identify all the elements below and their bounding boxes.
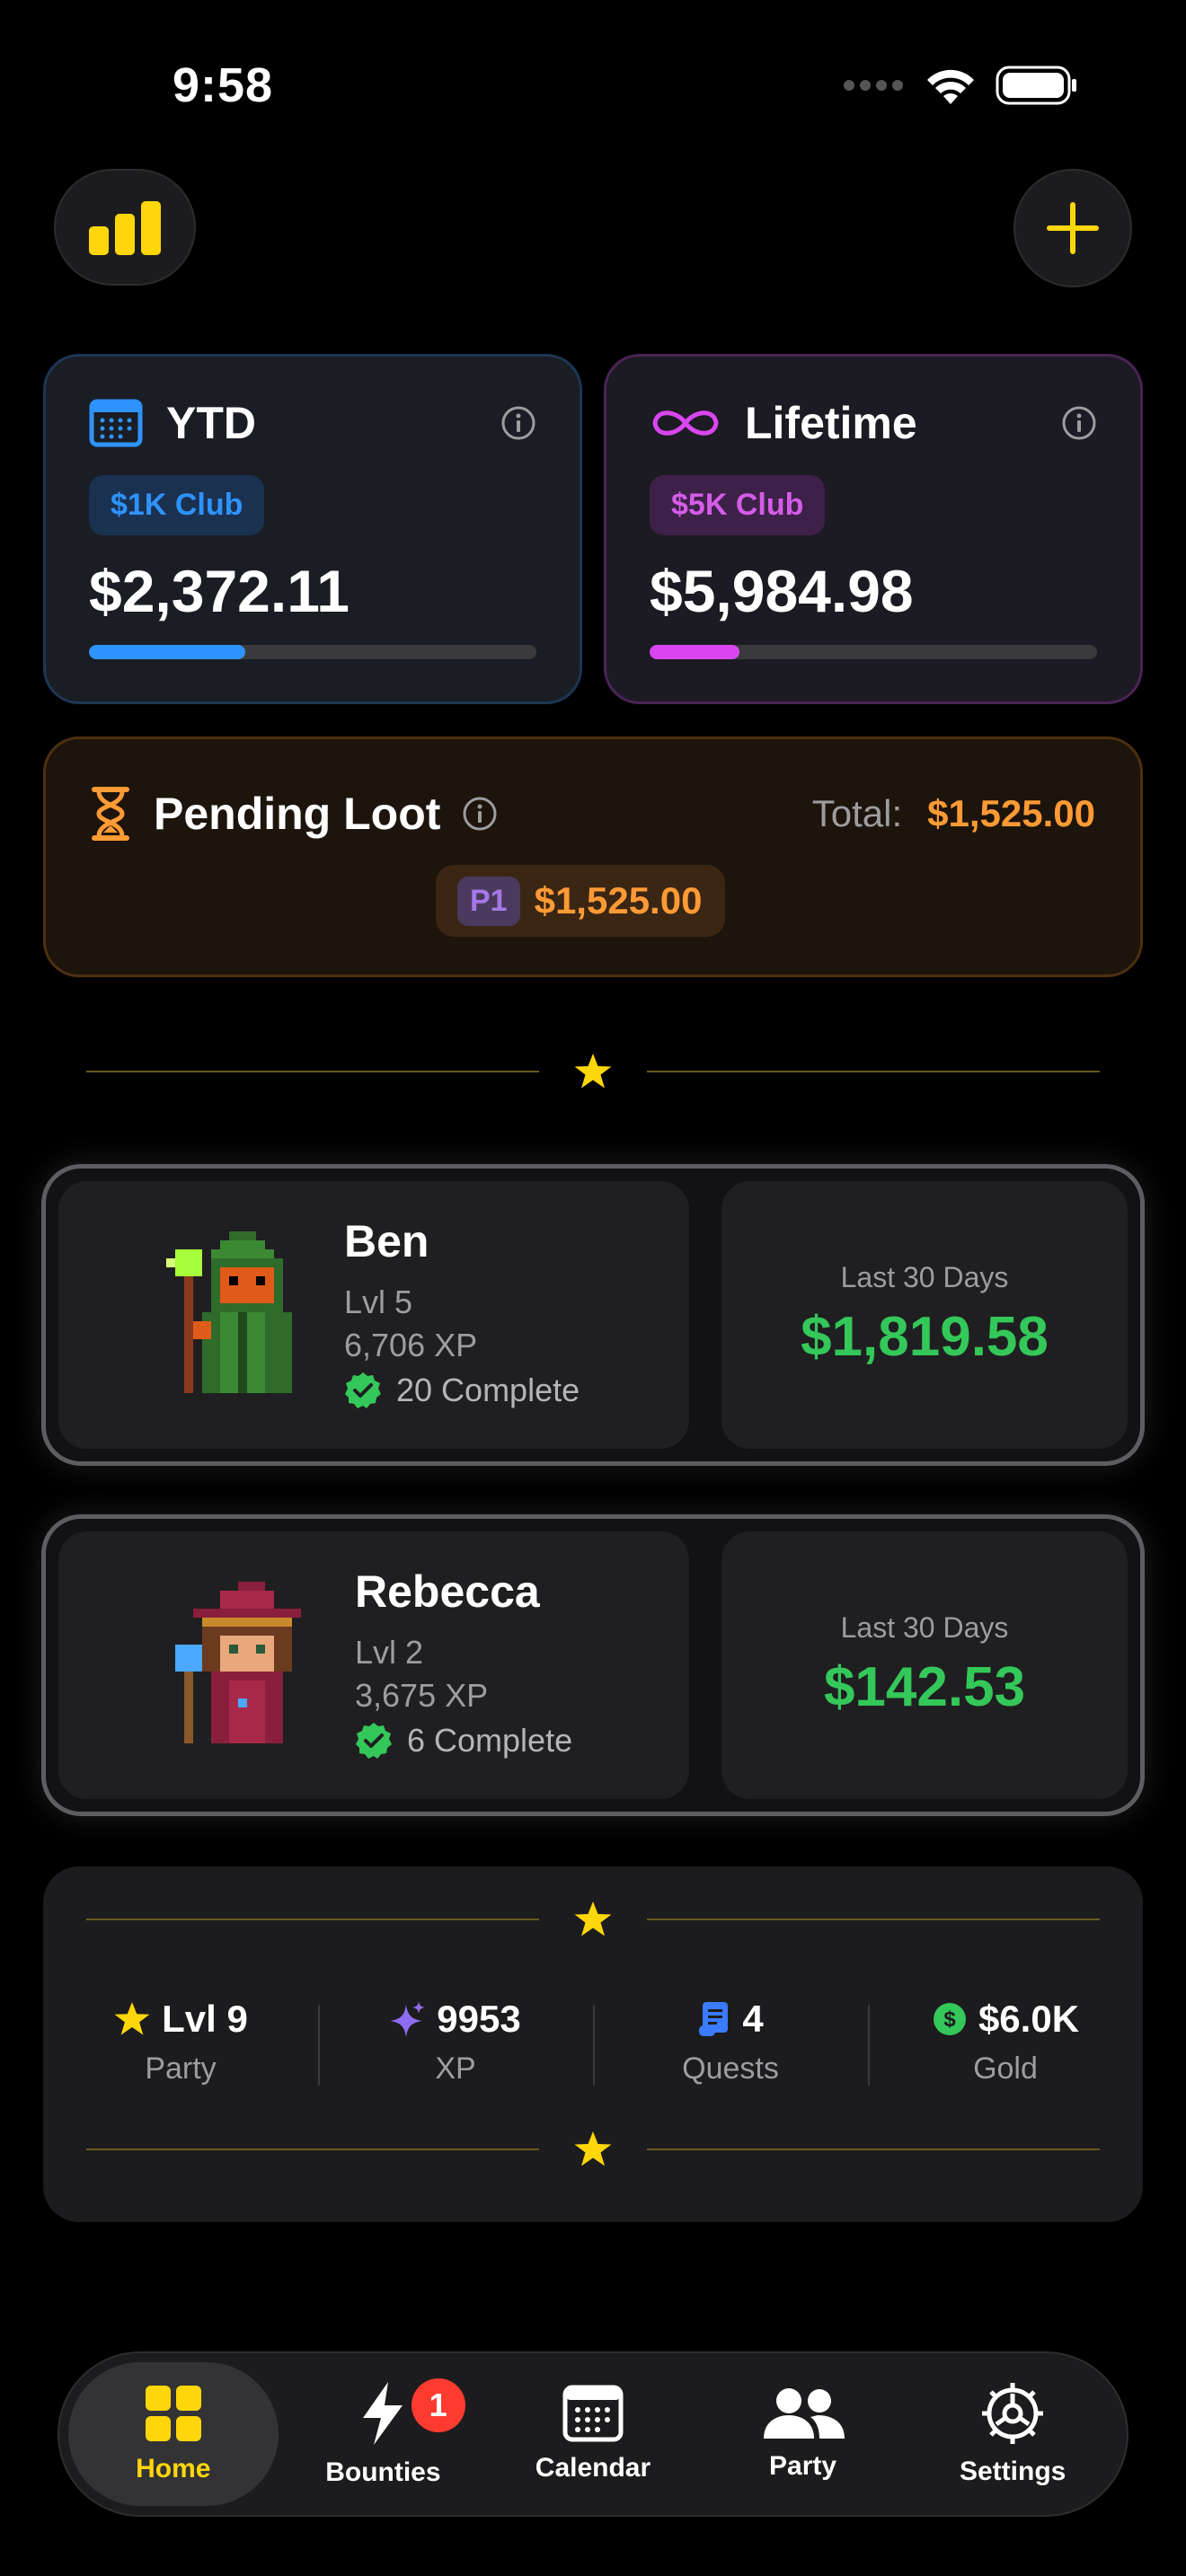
ytd-card[interactable]: YTD $1K Club $2,372.11 [43, 354, 582, 704]
ytd-club-badge: $1K Club [89, 475, 265, 535]
notification-badge: 1 [411, 2378, 465, 2432]
add-button[interactable] [1013, 169, 1132, 287]
pending-loot-title: Pending Loot [154, 789, 441, 839]
calendar-icon [562, 2385, 624, 2442]
status-icons [843, 65, 1078, 106]
member-complete: 6 Complete [355, 1722, 572, 1760]
ytd-amount: $2,372.11 [89, 558, 350, 624]
tab-home[interactable]: Home [68, 2362, 279, 2506]
star-icon [574, 1054, 612, 1089]
tab-settings[interactable]: Settings [907, 2362, 1118, 2506]
tab-label: Home [136, 2454, 211, 2483]
period-amount: $142.53 [823, 1656, 1026, 1718]
star-divider [86, 2127, 1100, 2172]
infinity-icon [652, 410, 719, 436]
total-amount: $1,525.00 [927, 792, 1095, 834]
lifetime-progress-fill [650, 645, 739, 659]
plus-icon [1047, 202, 1099, 254]
info-icon[interactable] [500, 405, 536, 441]
stat-gold: $ $6.0K Gold [868, 1998, 1143, 2086]
tab-party[interactable]: Party [698, 2362, 908, 2506]
coin-icon: $ [933, 2003, 966, 2035]
wizard-avatar-icon [166, 1231, 292, 1393]
tab-label: Bounties [325, 2457, 441, 2487]
tab-bounties[interactable]: Bounties 1 [279, 2362, 489, 2506]
star-icon [574, 1901, 612, 1936]
sparkle-icon [390, 2001, 426, 2037]
tab-calendar[interactable]: Calendar [488, 2362, 698, 2506]
battery-icon [996, 66, 1076, 105]
stats-button[interactable] [54, 169, 196, 286]
scroll-icon [699, 2002, 729, 2036]
tab-label: Calendar [535, 2453, 651, 2483]
member-card-ben[interactable]: Ben Lvl 5 6,706 XP 20 Complete Last 30 D… [41, 1164, 1145, 1466]
total-label: Total: [811, 792, 903, 834]
svg-text:$: $ [943, 2007, 956, 2032]
info-icon[interactable] [462, 796, 498, 832]
stat-value: Lvl 9 [162, 1998, 248, 2040]
hourglass-icon [92, 787, 129, 841]
ytd-progress-bar [89, 645, 536, 659]
verified-check-icon [356, 1723, 392, 1759]
stat-party-level: Lvl 9 Party [43, 1998, 318, 2086]
grid-icon [145, 2386, 201, 2441]
tab-label: Settings [959, 2457, 1067, 2486]
info-icon[interactable] [1061, 405, 1097, 441]
cellular-icon [844, 80, 903, 91]
stat-label: Party [145, 2051, 217, 2086]
lifetime-club-badge: $5K Club [650, 475, 826, 535]
star-divider [86, 1049, 1100, 1094]
calendar-icon [89, 399, 143, 447]
member-level: Lvl 2 [355, 1634, 424, 1671]
witch-avatar-icon [175, 1582, 301, 1743]
member-name: Rebecca [355, 1566, 540, 1617]
people-icon [763, 2388, 845, 2439]
loot-chip[interactable]: P1 $1,525.00 [436, 865, 726, 937]
member-level: Lvl 5 [344, 1284, 413, 1320]
ytd-title: YTD [166, 398, 256, 448]
stat-label: Gold [973, 2051, 1038, 2086]
stat-value: 9953 [437, 1998, 521, 2040]
ytd-progress-fill [89, 645, 246, 659]
lifetime-card[interactable]: Lifetime $5K Club $5,984.98 [604, 354, 1143, 704]
pending-loot-card[interactable]: Pending Loot Total: $1,525.00 P1 $1,525.… [43, 737, 1143, 977]
stat-quests: 4 Quests [593, 1998, 868, 2086]
member-xp: 6,706 XP [344, 1327, 478, 1363]
chip-amount: $1,525.00 [534, 879, 703, 922]
bar-chart-icon [89, 201, 161, 255]
lifetime-title: Lifetime [745, 398, 917, 448]
status-time: 9:58 [173, 58, 274, 112]
lifetime-amount: $5,984.98 [650, 558, 914, 624]
stat-value: $6.0K [978, 1998, 1080, 2040]
period-amount: $1,819.58 [801, 1306, 1049, 1368]
star-icon [574, 2131, 612, 2166]
stat-label: XP [435, 2051, 476, 2086]
complete-count: 20 Complete [396, 1372, 580, 1408]
star-divider [86, 1897, 1100, 1942]
member-complete: 20 Complete [344, 1372, 580, 1409]
stat-label: Quests [682, 2051, 779, 2086]
lifetime-progress-bar [650, 645, 1097, 659]
gear-icon [982, 2383, 1044, 2444]
tab-bar: Home Bounties 1 Calendar Party Settings [58, 2351, 1128, 2517]
stat-value: 4 [742, 1998, 764, 2040]
star-icon [114, 2001, 150, 2035]
member-name: Ben [344, 1216, 429, 1266]
member-card-rebecca[interactable]: Rebecca Lvl 2 3,675 XP 6 Complete Last 3… [41, 1514, 1145, 1816]
party-stats-card: Lvl 9 Party 9953 XP 4 Quests $ $6.0K Gol… [43, 1866, 1143, 2222]
tab-label: Party [769, 2451, 837, 2481]
period-label: Last 30 Days [840, 1261, 1009, 1293]
member-tag: P1 [457, 876, 520, 926]
stat-xp: 9953 XP [318, 1998, 593, 2086]
complete-count: 6 Complete [407, 1722, 573, 1759]
member-xp: 3,675 XP [355, 1677, 489, 1714]
bolt-icon [363, 2382, 403, 2445]
period-label: Last 30 Days [840, 1611, 1009, 1644]
wifi-icon [927, 69, 974, 104]
verified-check-icon [345, 1372, 381, 1408]
